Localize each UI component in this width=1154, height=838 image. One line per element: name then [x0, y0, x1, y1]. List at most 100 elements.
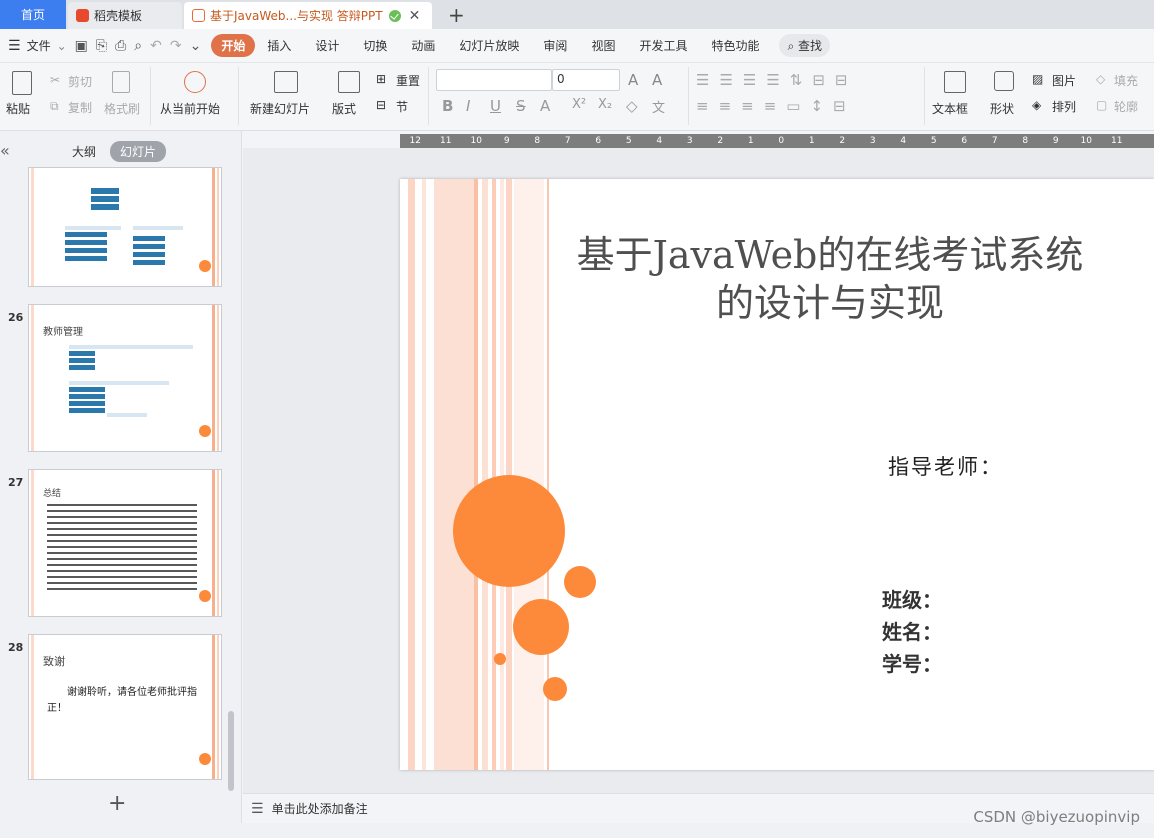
tab-design[interactable]: 设计	[303, 37, 351, 54]
panel-scrollbar[interactable]	[228, 711, 234, 791]
fill-button[interactable]: 填充	[1114, 72, 1138, 89]
eraser-icon[interactable]: ◇	[626, 97, 638, 115]
strikethrough-icon[interactable]: S	[516, 97, 526, 115]
new-slide-button[interactable]: 新建幻灯片	[250, 100, 310, 117]
textbox-button[interactable]: 文本框	[932, 100, 968, 117]
shrink-font-icon[interactable]: A	[652, 71, 662, 89]
tab-outline[interactable]: 大纲	[62, 141, 106, 162]
format-painter-button[interactable]: 格式刷	[104, 100, 140, 117]
font-size-select[interactable]: 0	[552, 69, 620, 91]
student-id-label[interactable]: 学号：	[882, 648, 942, 677]
cut-button[interactable]: 剪切	[68, 73, 92, 90]
tab-developer[interactable]: 开发工具	[627, 37, 699, 54]
ruler-tick: 11	[440, 136, 452, 146]
ruler-tick: 0	[778, 136, 785, 146]
thumb-title: 致谢	[43, 655, 65, 668]
advisor-label[interactable]: 指导老师：	[888, 451, 1003, 481]
play-icon[interactable]	[184, 71, 206, 93]
tab-daoke-templates[interactable]: 稻壳模板	[68, 2, 182, 29]
tab-animation[interactable]: 动画	[399, 37, 447, 54]
slide-title-line1: 基于JavaWeb的在线考试系统	[576, 233, 1084, 277]
outline-button[interactable]: 轮廓	[1114, 98, 1138, 115]
ruler-tick: 5	[625, 136, 632, 146]
subscript-icon[interactable]: X₂	[598, 97, 612, 112]
italic-icon[interactable]: I	[466, 97, 470, 115]
tab-review[interactable]: 审阅	[531, 37, 579, 54]
tab-transition[interactable]: 切换	[351, 37, 399, 54]
ruler-tick: 1	[808, 136, 815, 146]
undo-icon[interactable]: ↶	[150, 38, 162, 54]
collapse-icon[interactable]: «	[0, 141, 10, 160]
redo-icon[interactable]: ↷	[170, 38, 182, 54]
search-button[interactable]: ⌕ 查找	[779, 34, 831, 57]
font-color-icon[interactable]: A	[540, 97, 550, 115]
ruler-tick: 10	[470, 136, 482, 146]
slide-thumbnail[interactable]: 总结	[28, 469, 222, 617]
layout-icon[interactable]	[338, 71, 360, 93]
font-family-select[interactable]	[436, 69, 552, 91]
section-icon: ⊟	[376, 98, 387, 112]
from-current-button[interactable]: 从当前开始	[160, 100, 220, 117]
tab-insert[interactable]: 插入	[255, 37, 303, 54]
picture-icon: ▨	[1032, 72, 1044, 86]
ruler-tick: 7	[991, 136, 998, 146]
textbox-icon[interactable]	[944, 71, 966, 93]
tab-slideshow[interactable]: 幻灯片放映	[447, 37, 531, 54]
copy-button[interactable]: 复制	[68, 99, 92, 116]
export-icon[interactable]: ⎘	[96, 38, 107, 54]
slide-thumbnail[interactable]: 教师管理	[28, 304, 222, 452]
ruler-tick: 2	[839, 136, 846, 146]
slide-title[interactable]: 基于JavaWeb的在线考试系统 的设计与实现	[540, 231, 1120, 327]
picture-button[interactable]: 图片	[1052, 72, 1076, 89]
slide-editor[interactable]: 基于JavaWeb的在线考试系统 的设计与实现 指导老师： 班级： 姓名： 学号…	[400, 179, 1154, 770]
list-icons[interactable]: ☰☰☰☰⇅⊟⊟	[696, 71, 858, 89]
ruler-tick: 4	[656, 136, 663, 146]
new-slide-icon[interactable]	[274, 71, 298, 93]
tab-document[interactable]: 基于JavaWeb...与实现 答辩PPT ✕	[184, 2, 432, 29]
chevron-down-icon: ⌄	[56, 38, 67, 53]
menu-icon: ☰	[8, 37, 21, 54]
tab-view[interactable]: 视图	[579, 37, 627, 54]
paste-button[interactable]: 粘贴	[6, 100, 30, 117]
paste-icon[interactable]	[12, 71, 32, 95]
tab-features[interactable]: 特色功能	[699, 37, 771, 54]
class-label[interactable]: 班级：	[882, 584, 942, 613]
grow-font-icon[interactable]: A	[628, 71, 638, 89]
shape-button[interactable]: 形状	[990, 100, 1014, 117]
saved-check-icon	[388, 9, 401, 22]
decor-circle	[453, 475, 565, 587]
shape-icon[interactable]	[994, 71, 1014, 91]
layout-button[interactable]: 版式	[332, 100, 356, 117]
slide-thumbnail[interactable]	[28, 167, 222, 287]
format-painter-icon[interactable]	[112, 71, 130, 93]
save-icon[interactable]: ▣	[75, 38, 88, 54]
phonetic-icon[interactable]: 文	[652, 97, 665, 116]
file-menu[interactable]: ☰ 文件 ⌄	[0, 37, 75, 54]
watermark: CSDN @biyezuopinvip	[973, 808, 1140, 826]
ruler-tick: 7	[564, 136, 571, 146]
superscript-icon[interactable]: X²	[572, 97, 586, 112]
tab-home[interactable]: 首页	[0, 0, 66, 29]
bold-icon[interactable]: B	[442, 97, 453, 115]
tab-slides[interactable]: 幻灯片	[110, 141, 167, 162]
section-button[interactable]: 节	[396, 98, 408, 115]
customize-icon[interactable]: ⌄	[190, 38, 202, 54]
new-tab-button[interactable]: +	[448, 3, 465, 27]
reset-button[interactable]: 重置	[396, 72, 420, 89]
slide-number: 26	[8, 311, 24, 324]
scissors-icon: ✂	[50, 73, 61, 87]
search-label: 查找	[798, 39, 823, 53]
tab-home-label: 首页	[20, 8, 45, 22]
arrange-button[interactable]: 排列	[1052, 98, 1076, 115]
tab-start[interactable]: 开始	[211, 34, 256, 57]
add-slide-button[interactable]: +	[108, 791, 126, 816]
close-icon[interactable]: ✕	[409, 8, 421, 24]
decor-circle	[494, 653, 506, 665]
underline-icon[interactable]: U	[490, 97, 501, 115]
preview-icon[interactable]: ⌕	[134, 38, 142, 54]
align-icons[interactable]: ≡≡≡≡▭↕⊟	[696, 97, 856, 115]
name-label[interactable]: 姓名：	[882, 616, 942, 645]
slide-thumbnail[interactable]: 致谢 谢谢聆听，请各位老师批评指正！	[28, 634, 222, 780]
print-icon[interactable]: ⎙	[115, 38, 126, 54]
ruler-tick: 9	[503, 136, 510, 146]
